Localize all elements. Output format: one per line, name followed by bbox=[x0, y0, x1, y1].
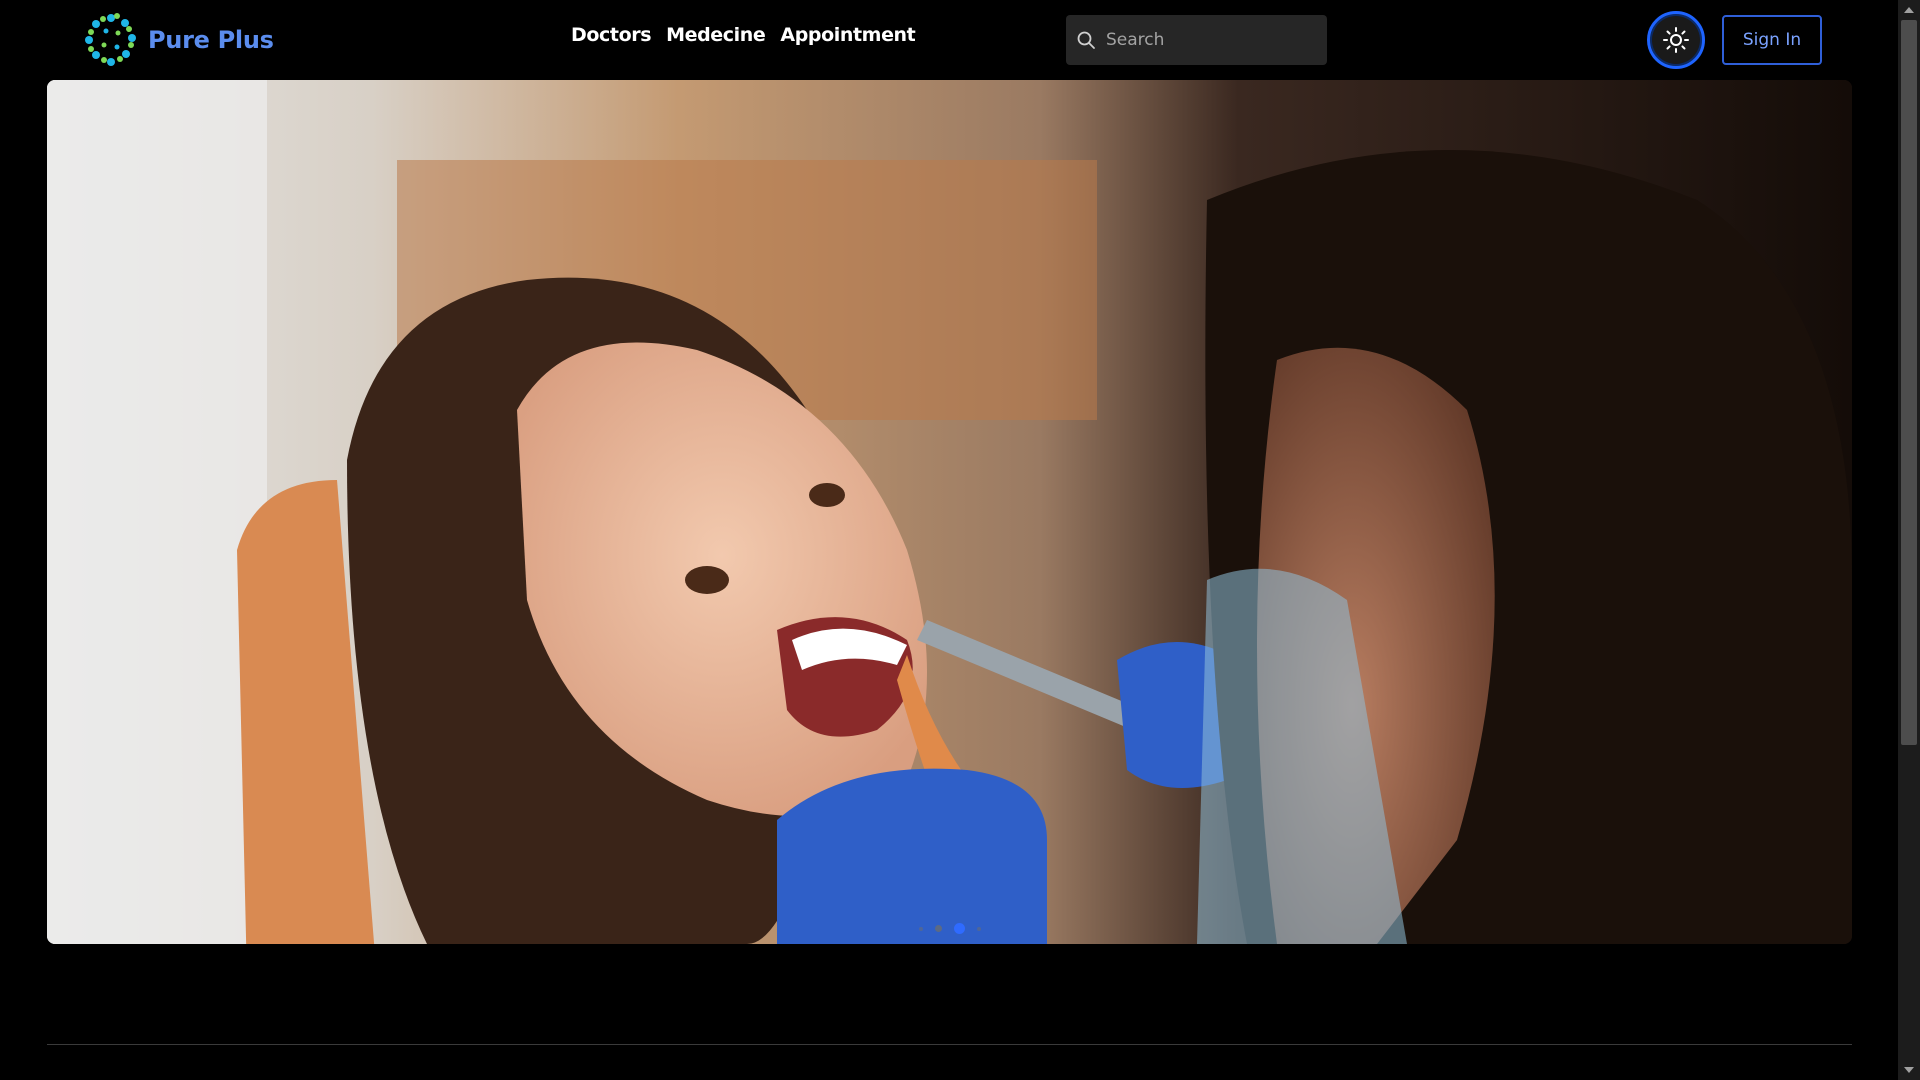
site-header: Pure Plus Doctors Medecine Appointment S… bbox=[0, 0, 1898, 80]
theme-toggle-button[interactable] bbox=[1647, 11, 1705, 69]
nav-link-doctors[interactable]: Doctors bbox=[571, 24, 652, 46]
section-divider bbox=[47, 1044, 1852, 1045]
hero-dental-photo bbox=[47, 80, 1852, 944]
sign-in-button[interactable]: Sign In bbox=[1722, 15, 1822, 65]
carousel-indicators bbox=[47, 923, 1852, 934]
carousel-dot-2[interactable] bbox=[934, 925, 942, 932]
page: Pure Plus Doctors Medecine Appointment S… bbox=[0, 0, 1920, 1080]
triangle-up-icon bbox=[1904, 7, 1914, 13]
carousel-dot-4[interactable] bbox=[976, 926, 981, 931]
nav-link-medecine[interactable]: Medecine bbox=[666, 24, 766, 46]
brand-logo-link[interactable]: Pure Plus bbox=[80, 10, 274, 70]
scroll-down-button[interactable] bbox=[1898, 1060, 1920, 1080]
carousel-dot-1[interactable] bbox=[918, 926, 923, 931]
page-scrollbar[interactable] bbox=[1898, 0, 1920, 1080]
triangle-down-icon bbox=[1904, 1067, 1914, 1073]
search-input[interactable] bbox=[1106, 30, 1306, 50]
sun-icon bbox=[1663, 27, 1689, 53]
scrollbar-thumb[interactable] bbox=[1901, 20, 1917, 745]
main-nav: Doctors Medecine Appointment bbox=[571, 24, 916, 46]
search-icon bbox=[1077, 31, 1095, 49]
scroll-up-button[interactable] bbox=[1898, 0, 1920, 20]
carousel-dot-3-active[interactable] bbox=[953, 923, 965, 934]
brand-logo-icon bbox=[85, 13, 136, 66]
nav-link-appointment[interactable]: Appointment bbox=[780, 24, 915, 46]
search-box bbox=[1066, 15, 1327, 65]
hero-carousel bbox=[47, 80, 1852, 944]
brand-name: Pure Plus bbox=[148, 26, 274, 54]
